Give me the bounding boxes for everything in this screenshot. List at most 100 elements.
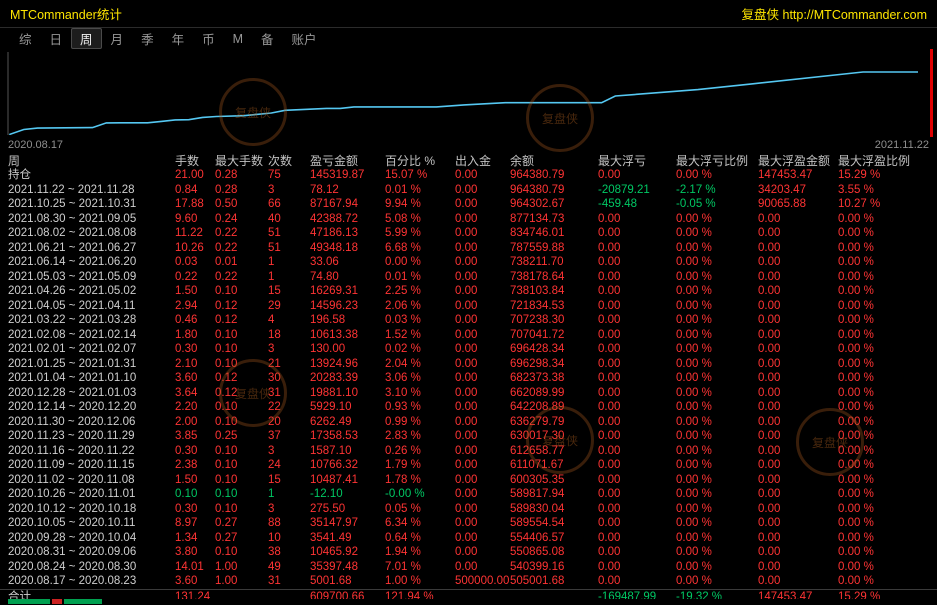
column-header[interactable]: 最大浮亏 — [598, 152, 676, 169]
table-row[interactable]: 2021.02.08 ~ 2021.02.141.800.101810613.3… — [0, 328, 937, 343]
value-cell: 3.80 — [175, 545, 215, 560]
table-row[interactable]: 2021.01.04 ~ 2021.01.103.600.123020283.3… — [0, 371, 937, 386]
value-cell: 0.10 — [215, 342, 268, 357]
table-row[interactable]: 持仓21.000.2875145319.8715.07 %0.00964380.… — [0, 168, 937, 183]
table-row[interactable]: 2020.12.28 ~ 2021.01.033.640.123119881.1… — [0, 386, 937, 401]
menu-item-币[interactable]: 币 — [193, 28, 224, 49]
column-header[interactable]: 最大浮盈金额 — [758, 152, 838, 169]
value-cell: 21 — [268, 357, 310, 372]
value-cell: 738211.70 — [510, 255, 598, 270]
table-row[interactable]: 2021.11.22 ~ 2021.11.280.840.28378.120.0… — [0, 183, 937, 198]
value-cell: 0.00 — [758, 487, 838, 502]
value-cell: 0.00 — [455, 255, 510, 270]
table-row[interactable]: 2021.08.30 ~ 2021.09.059.600.244042388.7… — [0, 212, 937, 227]
value-cell: 11.22 — [175, 226, 215, 241]
table-row[interactable]: 2021.03.22 ~ 2021.03.280.460.124196.580.… — [0, 313, 937, 328]
app-window: { "window": { "title": "MTCommander统计", … — [0, 0, 937, 604]
table-row[interactable]: 2020.10.05 ~ 2020.10.118.970.278835147.9… — [0, 516, 937, 531]
column-header[interactable]: 次数 — [268, 152, 310, 169]
column-header[interactable]: 出入金 — [455, 152, 510, 169]
value-cell: 0.22 — [215, 241, 268, 256]
column-header[interactable]: 手数 — [175, 152, 215, 169]
menu-item-M[interactable]: M — [224, 31, 252, 47]
value-cell: 0.00 — [598, 284, 676, 299]
value-cell: 75 — [268, 168, 310, 183]
table-row[interactable]: 2021.02.01 ~ 2021.02.070.300.103130.000.… — [0, 342, 937, 357]
value-cell: 1 — [268, 487, 310, 502]
menu-item-周[interactable]: 周 — [71, 28, 102, 49]
value-cell: 0.00 — [455, 531, 510, 546]
table-row[interactable]: 2021.01.25 ~ 2021.01.312.100.102113924.9… — [0, 357, 937, 372]
value-cell: 0.00 — [758, 212, 838, 227]
value-cell: 0.01 % — [385, 183, 455, 198]
column-header[interactable]: 最大浮盈比例 — [838, 152, 937, 169]
value-cell: 0.00 % — [838, 212, 937, 227]
value-cell: 30 — [268, 371, 310, 386]
table-row[interactable]: 2020.12.14 ~ 2020.12.202.200.10225929.10… — [0, 400, 937, 415]
menu-item-月[interactable]: 月 — [102, 28, 133, 49]
value-cell: 0.00 — [598, 241, 676, 256]
value-cell: 0.99 % — [385, 415, 455, 430]
value-cell: 0.00 % — [838, 255, 937, 270]
column-header[interactable]: 最大手数 — [215, 152, 268, 169]
value-cell: 0.00 — [455, 197, 510, 212]
period-cell: 2020.12.28 ~ 2021.01.03 — [8, 386, 175, 401]
value-cell: 0.00 % — [838, 241, 937, 256]
column-header[interactable]: 周 — [8, 152, 175, 169]
menu-item-备[interactable]: 备 — [252, 28, 283, 49]
value-cell: 0.00 — [758, 415, 838, 430]
period-cell: 2021.02.01 ~ 2021.02.07 — [8, 342, 175, 357]
column-header[interactable]: 余额 — [510, 152, 598, 169]
value-cell: 0.00 % — [838, 545, 937, 560]
table-row[interactable]: 2020.08.24 ~ 2020.08.3014.011.004935397.… — [0, 560, 937, 575]
menu-item-季[interactable]: 季 — [132, 28, 163, 49]
value-cell: 0.00 — [758, 284, 838, 299]
column-header[interactable]: 盈亏金额 — [310, 152, 385, 169]
table-row[interactable]: 2020.11.16 ~ 2020.11.220.300.1031587.100… — [0, 444, 937, 459]
menu-item-年[interactable]: 年 — [163, 28, 194, 49]
value-cell: 0.03 % — [385, 313, 455, 328]
menu-item-日[interactable]: 日 — [41, 28, 72, 49]
table-row[interactable]: 2021.06.21 ~ 2021.06.2710.260.225149348.… — [0, 241, 937, 256]
table-row[interactable]: 2021.06.14 ~ 2021.06.200.030.01133.060.0… — [0, 255, 937, 270]
table-row[interactable]: 2020.10.26 ~ 2020.11.010.100.101-12.10-0… — [0, 487, 937, 502]
value-cell: 20 — [268, 415, 310, 430]
value-cell: 275.50 — [310, 502, 385, 517]
value-cell: 0.00 — [455, 458, 510, 473]
table-row[interactable]: 2020.11.30 ~ 2020.12.062.000.10206262.49… — [0, 415, 937, 430]
table-row[interactable]: 2020.08.17 ~ 2020.08.233.601.00315001.68… — [0, 574, 937, 589]
table-row[interactable]: 2020.11.02 ~ 2020.11.081.500.101510487.4… — [0, 473, 937, 488]
column-header[interactable]: 最大浮亏比例 — [676, 152, 758, 169]
value-cell: 51 — [268, 226, 310, 241]
table-row[interactable]: 2020.11.09 ~ 2020.11.152.380.102410766.3… — [0, 458, 937, 473]
table-row[interactable]: 2020.09.28 ~ 2020.10.041.340.27103541.49… — [0, 531, 937, 546]
value-cell: 0.00 % — [676, 212, 758, 227]
value-cell: 3.85 — [175, 429, 215, 444]
menu-item-账户[interactable]: 账户 — [283, 28, 326, 49]
value-cell: 0.00 — [758, 299, 838, 314]
table-row[interactable]: 2020.11.23 ~ 2020.11.293.850.253717358.5… — [0, 429, 937, 444]
value-cell: 90065.88 — [758, 197, 838, 212]
table-row[interactable]: 2021.04.05 ~ 2021.04.112.940.122914596.2… — [0, 299, 937, 314]
table-row[interactable]: 2021.04.26 ~ 2021.05.021.500.101516269.3… — [0, 284, 937, 299]
value-cell: 0.00 — [455, 328, 510, 343]
column-header[interactable]: 百分比 % — [385, 152, 455, 169]
value-cell: 0.00 % — [838, 531, 937, 546]
value-cell: 1 — [268, 255, 310, 270]
value-cell: 0.00 % — [838, 560, 937, 575]
equity-chart[interactable] — [0, 49, 937, 137]
table-row[interactable]: 2021.08.02 ~ 2021.08.0811.220.225147186.… — [0, 226, 937, 241]
value-cell: 0.00 % — [676, 255, 758, 270]
value-cell: 0.00 % — [676, 241, 758, 256]
menu-item-综[interactable]: 综 — [10, 28, 41, 49]
table-row[interactable]: 2021.05.03 ~ 2021.05.090.220.22174.800.0… — [0, 270, 937, 285]
table-row[interactable]: 2020.10.12 ~ 2020.10.180.300.103275.500.… — [0, 502, 937, 517]
value-cell: 0.00 % — [676, 284, 758, 299]
brand-link[interactable]: 复盘侠 http://MTCommander.com — [742, 4, 927, 23]
value-cell: 0.00 % — [676, 357, 758, 372]
period-cell: 2020.11.09 ~ 2020.11.15 — [8, 458, 175, 473]
table-row[interactable]: 2020.08.31 ~ 2020.09.063.800.103810465.9… — [0, 545, 937, 560]
value-cell: 3541.49 — [310, 531, 385, 546]
period-cell: 2021.10.25 ~ 2021.10.31 — [8, 197, 175, 212]
table-row[interactable]: 2021.10.25 ~ 2021.10.3117.880.506687167.… — [0, 197, 937, 212]
